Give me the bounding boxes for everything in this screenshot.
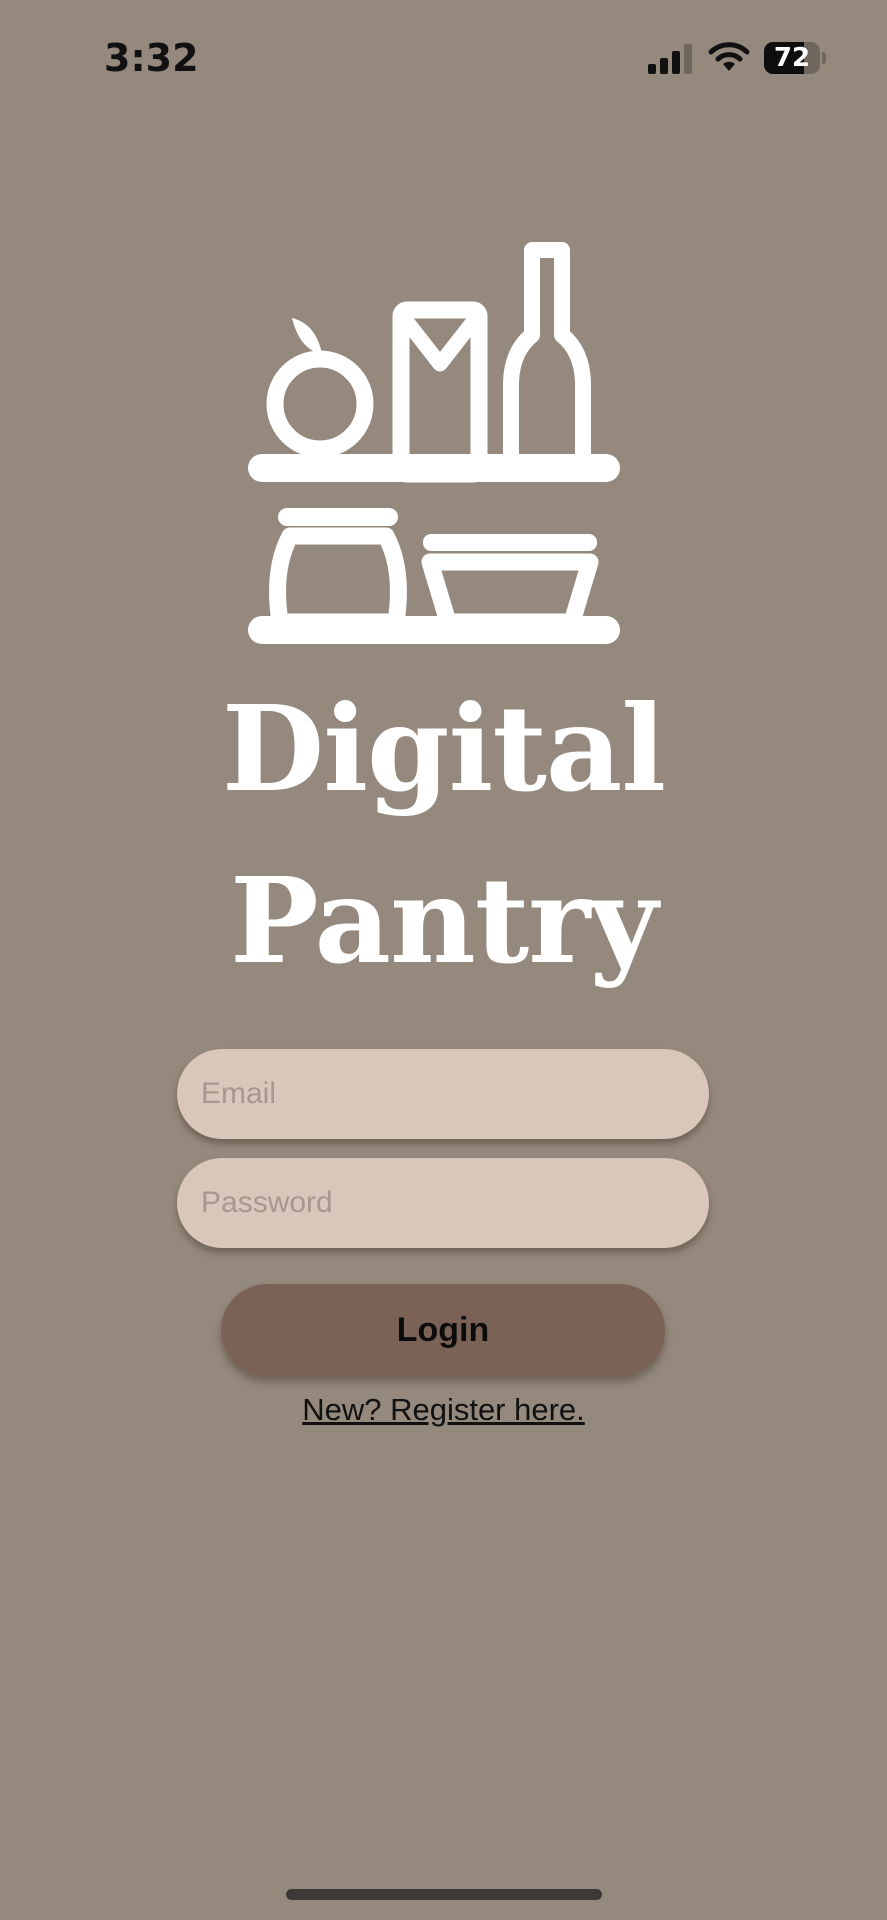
status-time: 3:32 — [104, 36, 199, 80]
login-button[interactable]: Login — [221, 1284, 665, 1376]
email-field[interactable] — [177, 1049, 709, 1139]
battery-percentage: 72 — [773, 43, 811, 73]
app-title-line-1: Digital — [221, 679, 666, 818]
home-indicator[interactable] — [286, 1889, 602, 1900]
status-bar: 3:32 72 — [0, 0, 887, 120]
cellular-signal-icon — [648, 44, 692, 74]
password-field[interactable] — [177, 1158, 709, 1248]
wifi-icon — [708, 42, 750, 71]
app-title-line-2: Pantry — [229, 851, 658, 990]
battery-icon: 72 — [764, 42, 826, 74]
pantry-shelf-icon — [248, 242, 620, 644]
register-link[interactable]: New? Register here. — [0, 1392, 887, 1428]
